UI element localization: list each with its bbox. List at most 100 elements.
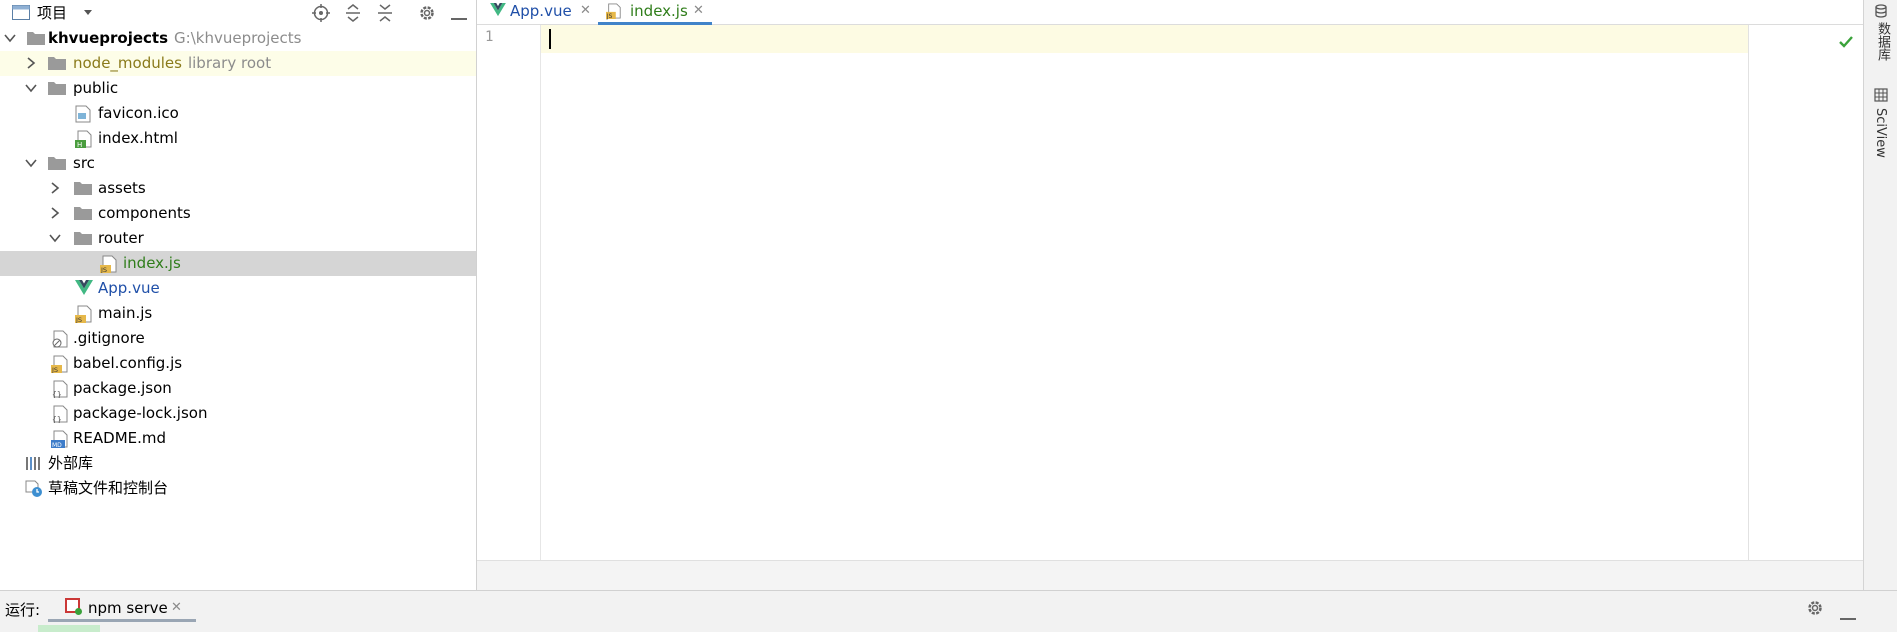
library-icon — [25, 455, 43, 472]
tab-label: index.js — [630, 2, 688, 20]
sidebar-item-label: SciView — [1873, 108, 1888, 158]
tree-item-package-json[interactable]: {} package.json — [0, 376, 476, 401]
scratches-icon — [25, 480, 43, 497]
vue-file-icon — [75, 280, 93, 297]
tree-item-label: README.md — [73, 429, 167, 447]
tree-item-label: 草稿文件和控制台 — [48, 479, 169, 497]
tree-item-router-index-js[interactable]: JS index.js — [0, 251, 476, 276]
js-file-icon: JS — [75, 305, 93, 324]
tab-close-icon[interactable]: ✕ — [580, 3, 591, 18]
svg-text:JS: JS — [606, 14, 613, 20]
current-line-highlight[interactable] — [541, 25, 1811, 53]
tab-close-icon[interactable]: ✕ — [693, 3, 704, 18]
tree-item-readme[interactable]: MD README.md — [0, 426, 476, 451]
folder-icon — [74, 180, 92, 197]
tree-item-package-lock-json[interactable]: {} package-lock.json — [0, 401, 476, 426]
check-icon[interactable] — [1839, 34, 1853, 52]
tree-item-label: public — [73, 79, 119, 97]
tree-item-label: .gitignore — [73, 329, 145, 347]
folder-icon — [48, 155, 66, 172]
tree-item-label: khvueprojects G:\khvueprojects — [48, 29, 302, 47]
tree-item-label: App.vue — [98, 279, 160, 297]
tree-item-gitignore[interactable]: .gitignore — [0, 326, 476, 351]
tree-item-label: main.js — [98, 304, 153, 322]
editor-bottom-area — [477, 560, 1863, 591]
tree-item-main-js[interactable]: JS main.js — [0, 301, 476, 326]
folder-icon — [74, 230, 92, 247]
tree-item-path: G:\khvueprojects — [174, 29, 302, 47]
tree-item-label: node_modules library root — [73, 54, 272, 72]
tree-item-label: assets — [98, 179, 146, 197]
chevron-down-icon[interactable] — [24, 156, 38, 170]
tree-item-label: router — [98, 229, 144, 247]
chevron-right-icon[interactable] — [48, 206, 62, 220]
tab-app-vue[interactable]: App.vue ✕ — [477, 0, 593, 24]
tree-item-src[interactable]: src — [0, 151, 476, 176]
svg-text:{}: {} — [52, 415, 62, 423]
hide-panel-icon[interactable] — [451, 7, 467, 25]
run-tool-window-bar: 运行: npm serve ✕ — [0, 590, 1897, 632]
hide-panel-icon[interactable] — [1840, 607, 1856, 625]
tree-item-label: index.html — [98, 129, 178, 147]
folder-icon — [74, 205, 92, 222]
folder-icon — [27, 30, 45, 47]
json-file-icon: {} — [51, 380, 69, 399]
tree-item-public[interactable]: public — [0, 76, 476, 101]
editor-margin-area — [1749, 25, 1863, 560]
tree-item-label: package-lock.json — [73, 404, 208, 422]
tree-item-app-vue[interactable]: App.vue — [0, 276, 476, 301]
sidebar-item-label: 数据库 — [1875, 22, 1890, 61]
project-panel-header: 项目 — [0, 0, 476, 26]
gear-icon[interactable] — [418, 4, 436, 26]
folder-icon — [48, 80, 66, 97]
active-run-tab-indicator — [48, 619, 196, 622]
run-tab-npm-serve[interactable]: npm serve ✕ — [48, 591, 196, 622]
js-file-icon: JS — [100, 255, 118, 274]
tree-item-favicon[interactable]: favicon.ico — [0, 101, 476, 126]
folder-icon — [48, 55, 66, 72]
tree-item-router[interactable]: router — [0, 226, 476, 251]
tree-item-babel-config[interactable]: JS babel.config.js — [0, 351, 476, 376]
vue-file-icon — [490, 3, 506, 21]
tree-item-index-html[interactable]: H index.html — [0, 126, 476, 151]
chevron-down-icon[interactable] — [48, 231, 62, 245]
chevron-down-icon[interactable] — [3, 31, 17, 45]
line-number: 1 — [485, 29, 494, 45]
tree-item-label: src — [73, 154, 95, 172]
markdown-file-icon: MD — [51, 430, 69, 449]
run-tab-close-icon[interactable]: ✕ — [171, 600, 182, 615]
tab-index-js[interactable]: JS index.js ✕ — [598, 0, 712, 25]
editor-gutter: 1 — [477, 25, 541, 560]
project-panel-title[interactable]: 项目 — [37, 2, 67, 23]
tree-item-external-libraries[interactable]: 外部库 — [0, 451, 476, 476]
database-icon — [1874, 4, 1888, 22]
editor-area: App.vue ✕ JS index.js ✕ 1 — [477, 0, 1863, 591]
image-file-icon — [75, 105, 93, 123]
js-file-icon: JS — [51, 355, 69, 374]
expand-all-icon[interactable] — [345, 4, 361, 26]
gear-icon[interactable] — [1806, 599, 1824, 621]
svg-text:{}: {} — [52, 390, 62, 398]
text-caret — [549, 29, 551, 49]
js-file-icon: JS — [606, 2, 622, 24]
tree-item-scratches[interactable]: 草稿文件和控制台 — [0, 476, 476, 501]
tree-item-node-modules[interactable]: node_modules library root — [0, 51, 476, 76]
collapse-all-icon[interactable] — [377, 4, 393, 26]
svg-text:JS: JS — [100, 266, 107, 273]
locate-icon[interactable] — [312, 4, 330, 26]
tree-item-label: babel.config.js — [73, 354, 183, 372]
tree-item-label: favicon.ico — [98, 104, 179, 122]
project-view-dropdown-icon[interactable] — [82, 4, 94, 22]
tree-item-components[interactable]: components — [0, 201, 476, 226]
run-label: 运行: — [5, 601, 41, 619]
chevron-right-icon[interactable] — [24, 56, 38, 70]
tree-item-label: components — [98, 204, 191, 222]
tree-item-label: 外部库 — [48, 454, 94, 472]
sidebar-item-database[interactable]: 数据库 — [1864, 4, 1897, 66]
chevron-down-icon[interactable] — [24, 81, 38, 95]
tree-item-assets[interactable]: assets — [0, 176, 476, 201]
tree-item-khvueprojects[interactable]: khvueprojects G:\khvueprojects — [0, 26, 476, 51]
sidebar-item-sciview[interactable]: SciView — [1864, 88, 1897, 160]
svg-text:JS: JS — [75, 316, 82, 323]
chevron-right-icon[interactable] — [48, 181, 62, 195]
